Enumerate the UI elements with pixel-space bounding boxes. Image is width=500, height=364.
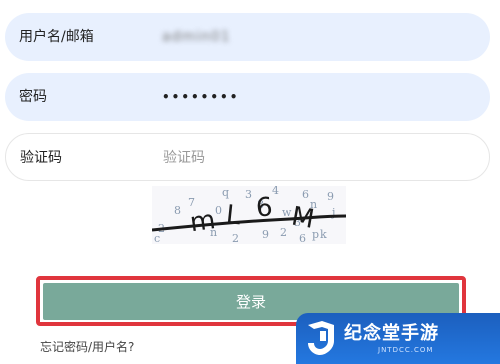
captcha-noise-char: w: [282, 206, 292, 219]
captcha-noise-char: 6: [299, 232, 306, 244]
captcha-input[interactable]: [161, 144, 465, 172]
captcha-noise-char: 6: [302, 188, 309, 201]
password-value[interactable]: ••••••••: [162, 73, 239, 121]
captcha-noise-char: k: [320, 228, 327, 241]
password-field[interactable]: 密码 ••••••••: [5, 73, 490, 121]
captcha-noise-char: 8: [174, 204, 181, 217]
captcha-noise-char: 3: [245, 188, 252, 201]
captcha-label: 验证码: [20, 150, 62, 166]
captcha-field[interactable]: 验证码: [5, 133, 490, 181]
captcha-main-char: m: [188, 205, 217, 238]
captcha-image[interactable]: q 8 3 9 7 0 4 j n 2 8 6 3 c p k n 9 w 2 …: [152, 186, 346, 244]
captcha-noise-char: c: [154, 232, 160, 244]
captcha-noise-char: 9: [262, 228, 269, 241]
captcha-noise-char: p: [312, 228, 319, 241]
watermark-brand-text: 纪念堂手游: [344, 323, 439, 344]
password-label: 密码: [19, 89, 47, 105]
captcha-noise-char: 0: [215, 204, 222, 217]
watermark-banner: 纪念堂手游 JNTDCC.COM: [296, 313, 500, 364]
forgot-password-link[interactable]: 忘记密码/用户名?: [40, 338, 134, 355]
captcha-noise-char: 2: [280, 226, 287, 239]
username-label: 用户名/邮箱: [19, 29, 94, 45]
username-field[interactable]: 用户名/邮箱 admin01: [5, 13, 490, 61]
username-value[interactable]: admin01: [162, 13, 231, 61]
captcha-main-chars: m L 6 M: [188, 192, 316, 238]
captcha-main-char: L: [224, 200, 242, 231]
captcha-noise-char: 4: [272, 186, 279, 197]
j-logo-icon: [304, 319, 338, 361]
captcha-noise-char: 2: [232, 232, 239, 244]
watermark-url-text: JNTDCC.COM: [378, 346, 434, 354]
captcha-noise-char: 9: [327, 190, 334, 203]
captcha-noise-char: q: [222, 186, 229, 199]
captcha-graphic: q 8 3 9 7 0 4 j n 2 8 6 3 c p k n 9 w 2 …: [152, 186, 346, 244]
